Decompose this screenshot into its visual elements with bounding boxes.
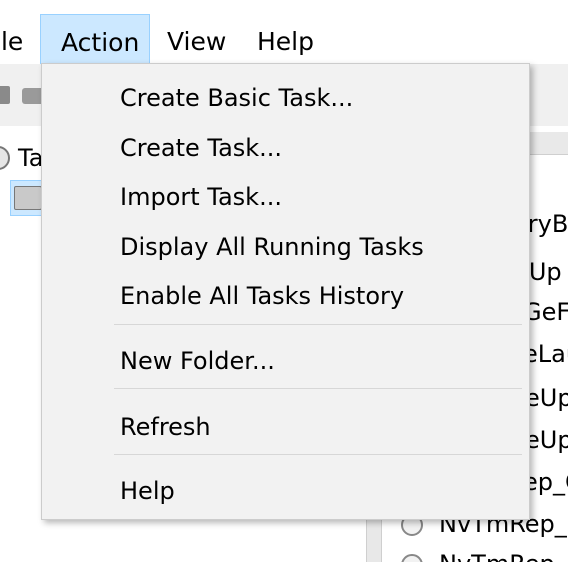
menu-view[interactable]: View (167, 14, 237, 64)
folder-icon (14, 186, 42, 210)
menu-action[interactable]: Action (40, 14, 150, 64)
list-item[interactable]: eUp (525, 384, 568, 412)
menu-item-display-running-tasks[interactable]: Display All Running Tasks (42, 224, 529, 270)
menu-separator (114, 454, 522, 455)
menu-separator (114, 388, 522, 389)
back-icon[interactable] (0, 86, 10, 104)
list-item[interactable]: NvTmRep_C (439, 550, 568, 562)
action-menu: Create Basic Task... Create Task... Impo… (41, 63, 530, 520)
menu-item-create-basic-task[interactable]: Create Basic Task... (42, 75, 529, 121)
menu-help[interactable]: Help (257, 14, 327, 64)
menu-item-new-folder[interactable]: New Folder... (42, 338, 529, 384)
menu-separator (114, 324, 522, 325)
tree-root-label[interactable]: Ta (18, 144, 43, 172)
list-item[interactable]: eUp (525, 426, 568, 454)
task-scheduler-window: ile Action View Help Ta eryB rUp GeF eLa… (0, 0, 568, 562)
navigation-tree: Ta (0, 126, 43, 562)
task-icon (401, 554, 423, 562)
menu-item-refresh[interactable]: Refresh (42, 404, 529, 450)
menu-item-create-task[interactable]: Create Task... (42, 125, 529, 171)
menu-item-import-task[interactable]: Import Task... (42, 174, 529, 220)
menu-bar: ile Action View Help (0, 0, 568, 64)
menu-item-help[interactable]: Help (42, 468, 529, 514)
menu-file[interactable]: ile (0, 14, 34, 64)
task-scheduler-icon (0, 146, 10, 170)
menu-item-enable-tasks-history[interactable]: Enable All Tasks History (42, 273, 529, 319)
